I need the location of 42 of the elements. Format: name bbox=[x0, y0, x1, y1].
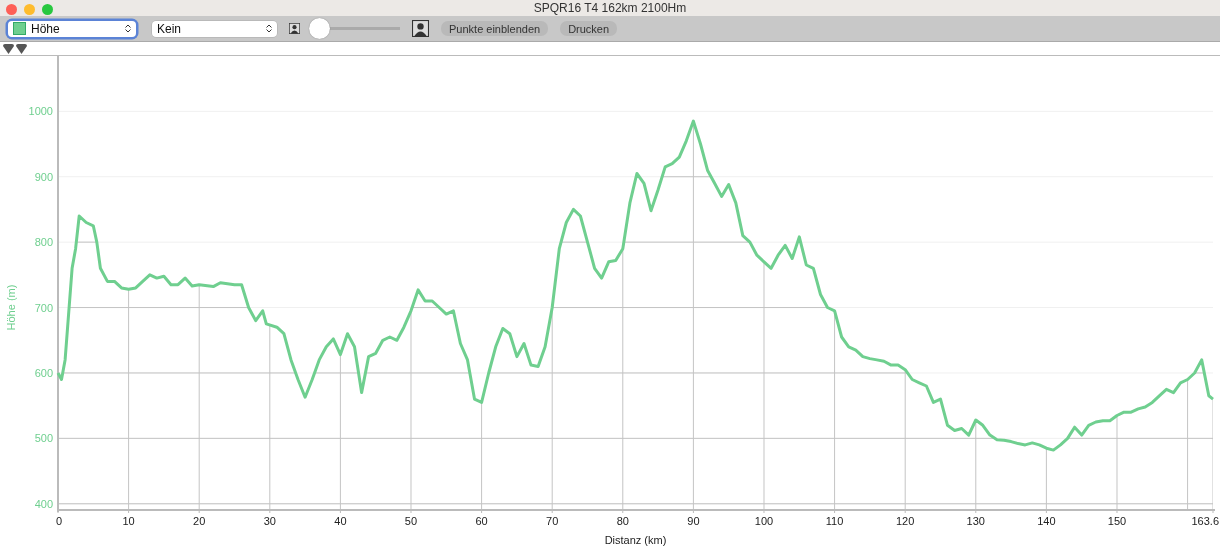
caret-icon bbox=[266, 24, 272, 34]
x-tick-label: 20 bbox=[193, 515, 206, 527]
x-tick-label: 110 bbox=[825, 515, 844, 527]
y-axis-title: Höhe (m) bbox=[5, 284, 17, 331]
person-icon[interactable] bbox=[412, 20, 429, 38]
x-tick-label: 50 bbox=[404, 515, 418, 527]
x-axis-title: Distanz (km) bbox=[604, 534, 667, 546]
slider-thumb[interactable] bbox=[308, 18, 330, 40]
x-tick-label: 100 bbox=[754, 515, 774, 527]
caret-icon bbox=[125, 24, 131, 34]
x-tick-label: 60 bbox=[475, 515, 488, 527]
person-icon[interactable] bbox=[289, 23, 300, 35]
x-tick-label: 130 bbox=[966, 515, 985, 527]
x-tick-label: 40 bbox=[334, 515, 347, 527]
x-tick-label: 140 bbox=[1037, 515, 1056, 527]
metric-select[interactable]: Höhe bbox=[8, 20, 136, 37]
toolbar-button[interactable]: Punkte einblenden bbox=[441, 21, 549, 37]
x-tick-label: 90 bbox=[687, 515, 700, 527]
y-tick-label: 800 bbox=[34, 236, 53, 249]
x-tick-label: 10 bbox=[122, 515, 135, 527]
toolbar-button[interactable]: Drucken bbox=[560, 21, 618, 37]
y-tick-label: 400 bbox=[34, 497, 53, 510]
close-button[interactable] bbox=[6, 4, 17, 15]
x-tick-label: 163.6 bbox=[1191, 515, 1219, 527]
window-title: SPQR16 T4 162km 2100Hm bbox=[533, 1, 687, 16]
y-tick-label: 1000 bbox=[28, 105, 53, 118]
compare-select[interactable]: Kein bbox=[152, 20, 277, 37]
x-tick-label: 80 bbox=[616, 515, 629, 527]
marker-icon[interactable] bbox=[3, 43, 14, 54]
x-tick-label: 70 bbox=[546, 515, 559, 527]
zoom-button[interactable] bbox=[42, 4, 53, 15]
y-tick-label: 700 bbox=[34, 301, 53, 314]
y-tick-label: 500 bbox=[34, 432, 53, 445]
y-tick-label: 600 bbox=[34, 366, 53, 379]
color-swatch-icon bbox=[13, 22, 26, 36]
y-tick-label: 900 bbox=[34, 170, 53, 183]
x-tick-label: 150 bbox=[1107, 515, 1127, 527]
x-tick-label: 120 bbox=[896, 515, 915, 527]
minimize-button[interactable] bbox=[24, 4, 35, 15]
x-tick-label: 30 bbox=[263, 515, 276, 527]
x-tick-label: 0 bbox=[55, 515, 63, 527]
marker-icon[interactable] bbox=[16, 43, 27, 54]
